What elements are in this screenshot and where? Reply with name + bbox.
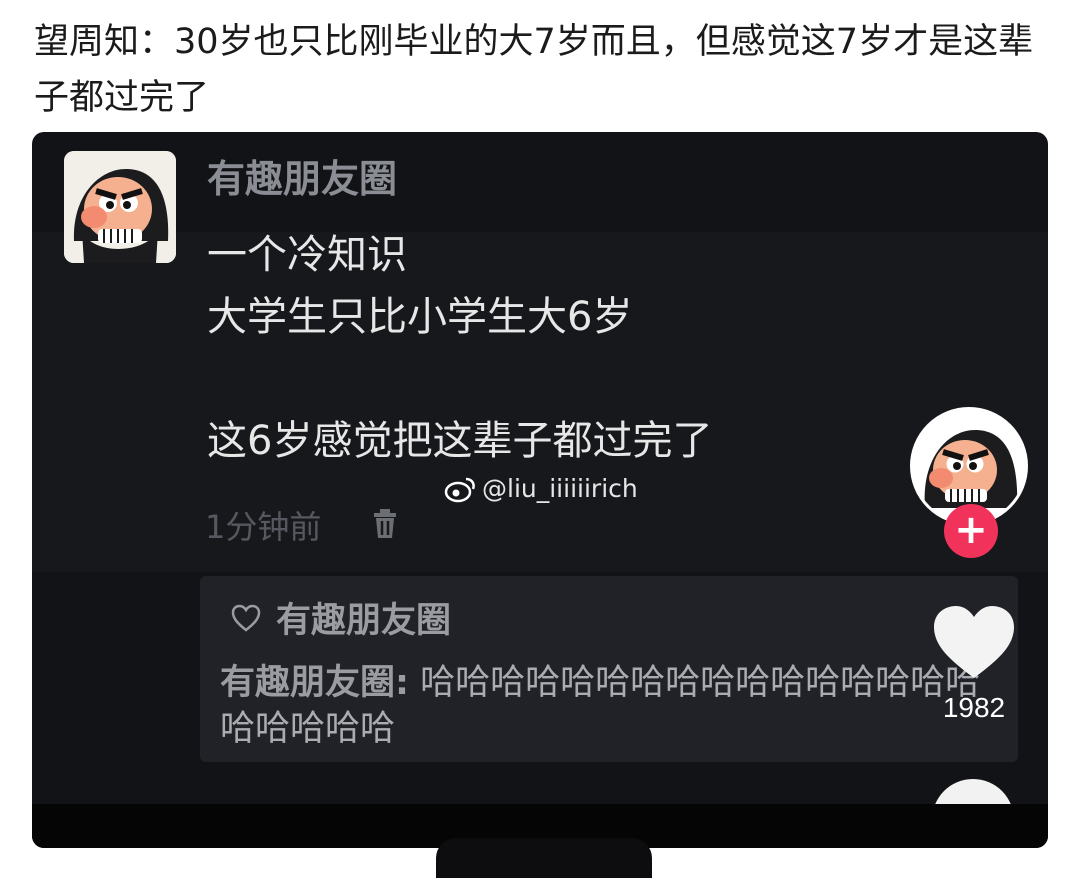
post-text: 望周知：30岁也只比刚毕业的大7岁而且，但感觉这7岁才是这辈子都过完了 (34, 22, 1034, 118)
comment-line: 有趣朋友圈: 哈哈哈哈哈哈哈哈哈哈哈哈哈哈哈哈哈哈哈哈哈 (220, 660, 1010, 752)
comment-box: 有趣朋友圈 有趣朋友圈: 哈哈哈哈哈哈哈哈哈哈哈哈哈哈哈哈哈哈哈哈哈 (200, 576, 1018, 762)
follow-button[interactable]: + (944, 504, 998, 558)
comment-author[interactable]: 有趣朋友圈: (220, 663, 409, 703)
weibo-watermark: @liu_iiiiiirich (444, 474, 638, 503)
post-time: 1分钟前 (205, 508, 322, 546)
heart-icon[interactable] (930, 602, 1018, 682)
like-count: 1982 (942, 692, 1006, 723)
author-name[interactable]: 有趣朋友圈 (207, 156, 397, 202)
bottom-pill (436, 838, 652, 878)
like-row: 有趣朋友圈 (230, 592, 451, 643)
post-content: 一个冷知识 大学生只比小学生大6岁 这6岁感觉把这辈子都过完了 (207, 232, 713, 464)
embedded-screenshot[interactable]: 有趣朋友圈 一个冷知识 大学生只比小学生大6岁 这6岁感觉把这辈子都过完了 @l… (32, 132, 1048, 848)
weibo-icon (444, 477, 475, 502)
watermark-text: @liu_iiiiiirich (482, 474, 638, 503)
liker-name[interactable]: 有趣朋友圈 (276, 592, 451, 643)
cartoon-face-icon (64, 151, 176, 263)
trash-icon[interactable] (370, 506, 400, 540)
heart-outline-icon[interactable] (230, 603, 262, 633)
author-avatar[interactable] (64, 151, 176, 263)
